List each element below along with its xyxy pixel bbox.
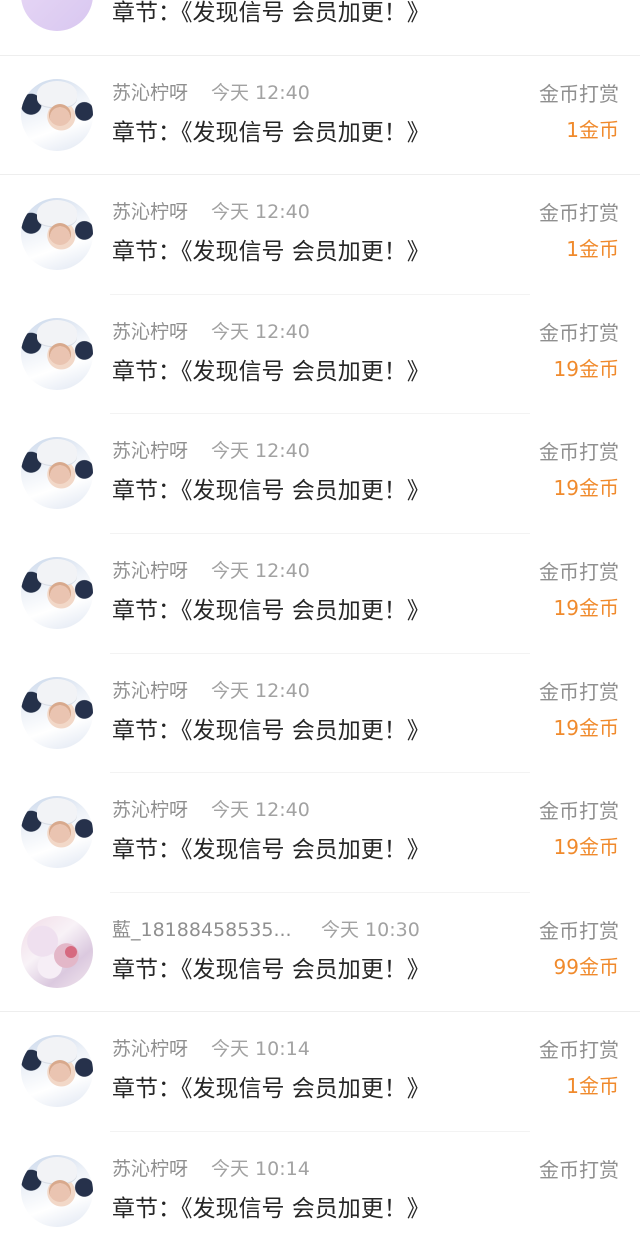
chapter-title: 章节：《发现信号 会员加更！》 [112, 358, 430, 385]
row-divider [110, 652, 530, 654]
row-divider [0, 174, 640, 176]
reward-amount: 19金币 [553, 356, 619, 381]
row-divider [110, 772, 530, 774]
chapter-title: 章节：《发现信号 会员加更！》 [112, 119, 430, 146]
reward-user-name: 苏沁柠呀 [112, 559, 189, 582]
avatar[interactable] [21, 676, 93, 749]
reward-user-name: 藍_18188458535... [112, 918, 292, 941]
avatar[interactable] [21, 0, 93, 31]
reward-type: 金币打赏 [539, 320, 619, 345]
reward-type: 金币打赏 [539, 201, 619, 226]
avatar[interactable] [21, 915, 93, 988]
row-divider [110, 891, 530, 893]
reward-list-item[interactable]: 苏沁柠呀 今天 12:40 章节：《发现信号 会员加更！》 金币打赏 19金币 [0, 532, 640, 653]
reward-time: 今天 12:40 [211, 679, 310, 702]
reward-list-item[interactable]: 苏沁柠呀 今天 12:40 章节：《发现信号 会员加更！》 金币打赏 19金币 [0, 293, 640, 414]
reward-list: 章节：《发现信号 会员加更！》 苏沁柠呀 今天 12:40 章节：《发现信号 会… [0, 0, 640, 1251]
avatar[interactable] [21, 796, 93, 869]
reward-type: 金币打赏 [539, 1038, 619, 1063]
reward-type: 金币打赏 [539, 1157, 619, 1182]
chapter-title: 章节：《发现信号 会员加更！》 [112, 717, 430, 744]
reward-user-name: 苏沁柠呀 [112, 320, 189, 343]
reward-list-item[interactable]: 苏沁柠呀 今天 12:40 章节：《发现信号 会员加更！》 金币打赏 1金币 [0, 174, 640, 294]
reward-time: 今天 10:30 [321, 918, 420, 941]
avatar[interactable] [21, 556, 93, 629]
reward-time: 今天 12:40 [211, 201, 310, 224]
chapter-title: 章节：《发现信号 会员加更！》 [112, 1076, 430, 1103]
row-divider [0, 54, 640, 56]
reward-amount: 19金币 [553, 835, 619, 860]
reward-user-name: 苏沁柠呀 [112, 440, 189, 463]
row-divider [0, 1011, 640, 1013]
reward-time: 今天 12:40 [211, 81, 310, 104]
reward-time: 今天 12:40 [211, 559, 310, 582]
reward-list-item[interactable]: 苏沁柠呀 今天 10:14 章节：《发现信号 会员加更！》 金币打赏 [0, 1130, 640, 1251]
reward-amount: 99金币 [553, 954, 619, 979]
reward-type: 金币打赏 [539, 679, 619, 704]
reward-type: 金币打赏 [539, 918, 619, 943]
reward-user-name: 苏沁柠呀 [112, 799, 189, 822]
reward-type: 金币打赏 [539, 559, 619, 584]
reward-amount: 1金币 [566, 237, 619, 262]
reward-time: 今天 12:40 [211, 440, 310, 463]
row-divider [110, 532, 530, 534]
avatar[interactable] [21, 198, 93, 271]
row-divider [110, 413, 530, 415]
chapter-title: 章节：《发现信号 会员加更！》 [112, 1195, 430, 1222]
reward-time: 今天 10:14 [211, 1038, 310, 1061]
reward-user-name: 苏沁柠呀 [112, 679, 189, 702]
reward-user-name: 苏沁柠呀 [112, 201, 189, 224]
reward-list-item[interactable]: 藍_18188458535... 今天 10:30 章节：《发现信号 会员加更！… [0, 891, 640, 1012]
reward-amount: 19金币 [553, 715, 619, 740]
reward-list-item[interactable]: 苏沁柠呀 今天 12:40 章节：《发现信号 会员加更！》 金币打赏 19金币 [0, 652, 640, 773]
reward-amount: 19金币 [553, 595, 619, 620]
reward-amount: 1金币 [566, 1074, 619, 1099]
chapter-title: 章节：《发现信号 会员加更！》 [112, 837, 430, 864]
reward-list-item[interactable]: 苏沁柠呀 今天 12:40 章节：《发现信号 会员加更！》 金币打赏 1金币 [0, 54, 640, 175]
row-divider [110, 293, 530, 295]
chapter-title: 章节：《发现信号 会员加更！》 [112, 956, 430, 983]
avatar[interactable] [21, 78, 93, 151]
reward-list-item[interactable]: 苏沁柠呀 今天 12:40 章节：《发现信号 会员加更！》 金币打赏 19金币 [0, 413, 640, 533]
avatar[interactable] [21, 437, 93, 510]
chapter-title: 章节：《发现信号 会员加更！》 [112, 478, 430, 505]
reward-amount: 1金币 [566, 117, 619, 142]
row-divider [110, 1130, 530, 1132]
chapter-title: 章节：《发现信号 会员加更！》 [112, 0, 430, 26]
reward-type: 金币打赏 [539, 440, 619, 465]
reward-list-item[interactable]: 苏沁柠呀 今天 12:40 章节：《发现信号 会员加更！》 金币打赏 19金币 [0, 772, 640, 892]
chapter-title: 章节：《发现信号 会员加更！》 [112, 597, 430, 624]
reward-time: 今天 12:40 [211, 799, 310, 822]
chapter-title: 章节：《发现信号 会员加更！》 [112, 239, 430, 266]
reward-amount: 19金币 [553, 476, 619, 501]
reward-type: 金币打赏 [539, 799, 619, 824]
avatar[interactable] [21, 1154, 93, 1227]
reward-list-item[interactable]: 章节：《发现信号 会员加更！》 [0, 0, 640, 55]
reward-time: 今天 12:40 [211, 320, 310, 343]
reward-type: 金币打赏 [539, 81, 619, 106]
reward-user-name: 苏沁柠呀 [112, 81, 189, 104]
avatar[interactable] [21, 1035, 93, 1108]
avatar[interactable] [21, 317, 93, 390]
reward-list-item[interactable]: 苏沁柠呀 今天 10:14 章节：《发现信号 会员加更！》 金币打赏 1金币 [0, 1011, 640, 1131]
reward-user-name: 苏沁柠呀 [112, 1038, 189, 1061]
